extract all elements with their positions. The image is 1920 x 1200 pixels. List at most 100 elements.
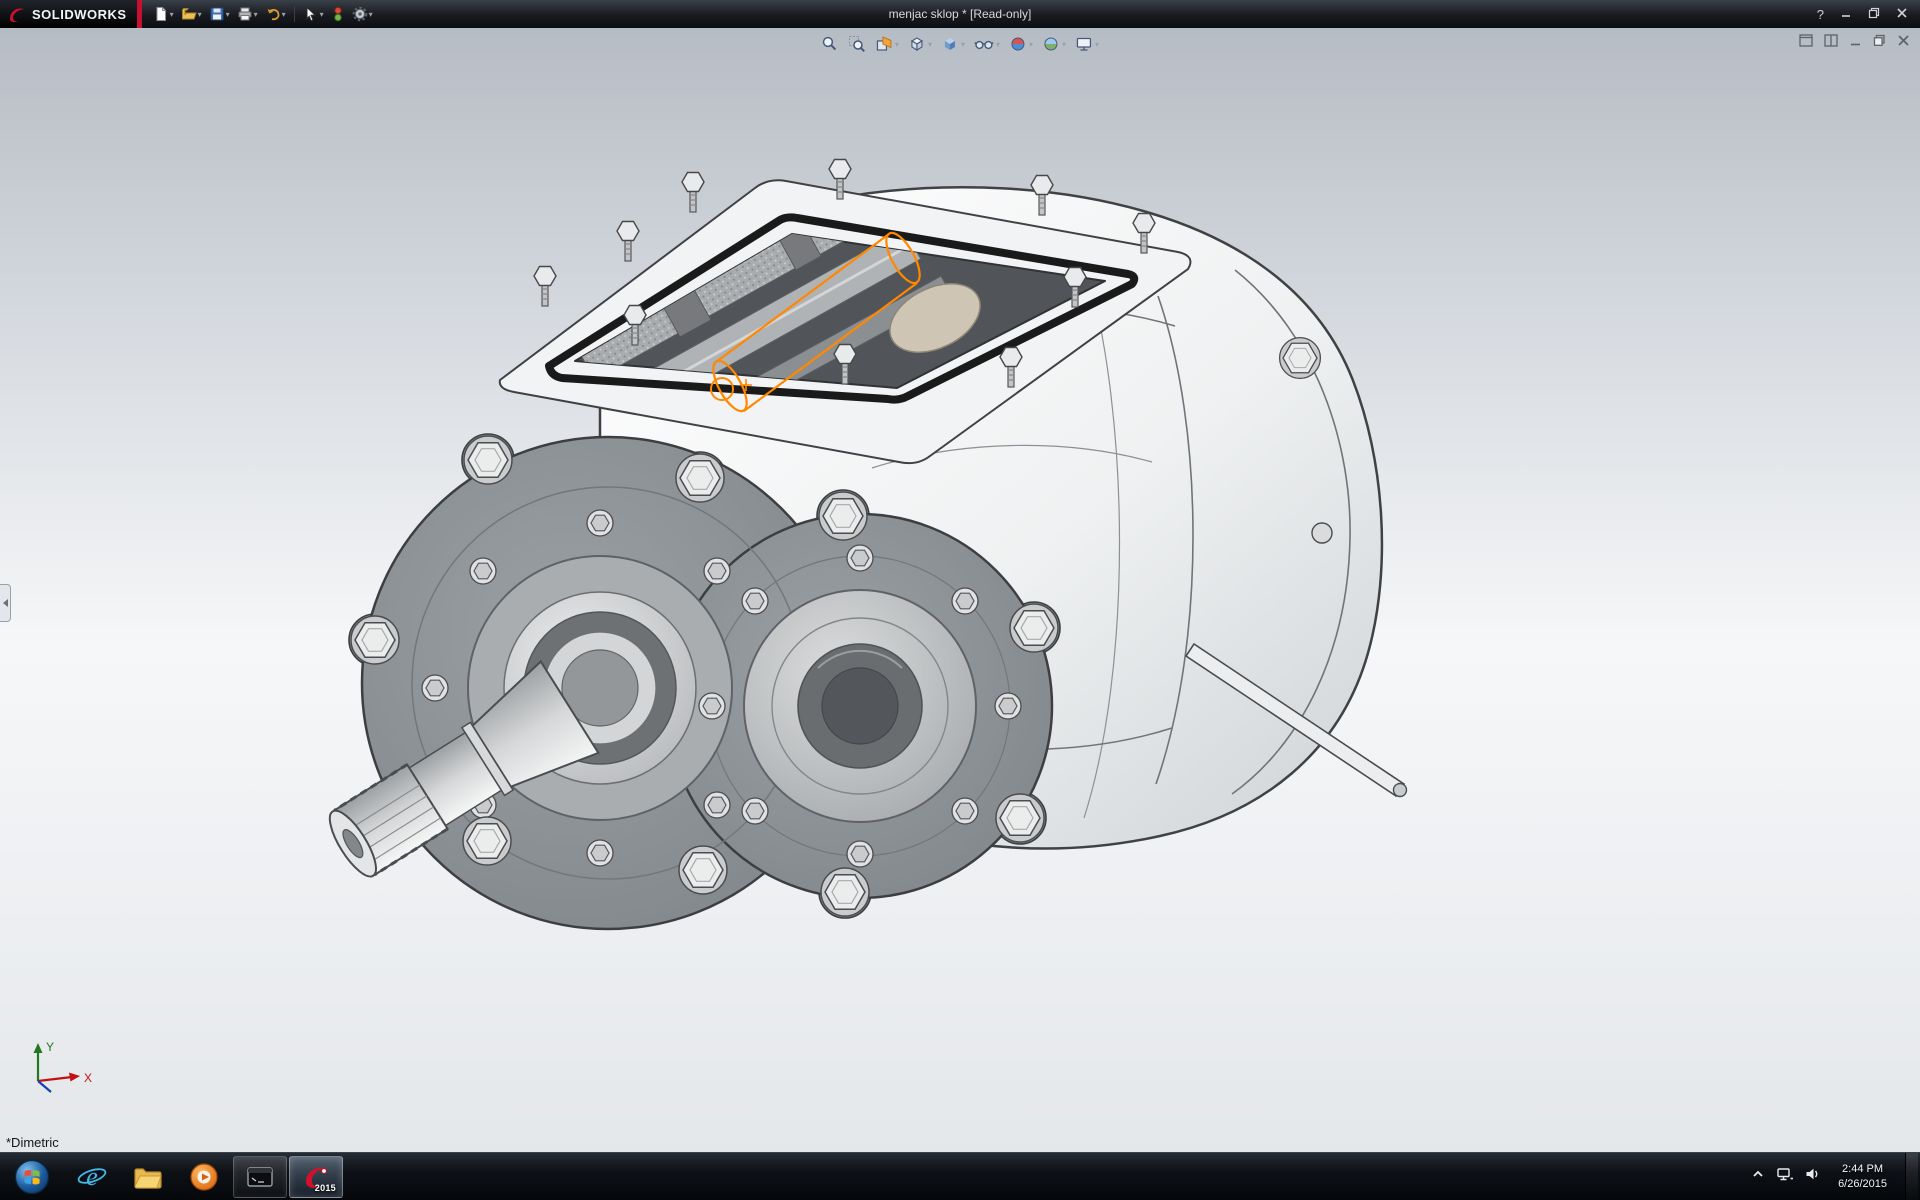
display-style-button[interactable]: ▾ — [939, 33, 967, 55]
housing-boss[interactable] — [1312, 523, 1332, 543]
dropdown-arrow[interactable]: ▾ — [895, 40, 899, 49]
app-logo: SOLIDWORKS — [0, 0, 137, 28]
bearing-hub[interactable] — [422, 510, 778, 866]
dropdown-arrow[interactable]: ▾ — [1029, 40, 1033, 49]
show-desktop-button[interactable] — [1905, 1153, 1918, 1200]
solidworks-version-badge: 2015 — [315, 1183, 336, 1193]
taskbar-solidworks[interactable]: 2015 — [289, 1156, 343, 1198]
doc-restore-button[interactable] — [1873, 34, 1886, 52]
dropdown-arrow[interactable]: ▾ — [928, 40, 932, 49]
close-button[interactable] — [1896, 7, 1908, 22]
doc-close-button[interactable] — [1897, 34, 1910, 52]
svg-text:e: e — [86, 1162, 98, 1191]
gearbox-assembly-model[interactable] — [0, 28, 1920, 1152]
apply-scene-icon — [1042, 35, 1060, 53]
edit-appearance-button[interactable]: ▾ — [1007, 33, 1035, 55]
rebuild-icon — [331, 6, 345, 22]
view-settings-button[interactable]: ▾ — [1073, 33, 1101, 55]
zoom-to-area-button[interactable] — [846, 33, 868, 55]
zoom-to-fit-button[interactable] — [819, 33, 841, 55]
window-controls: ? — [1817, 7, 1920, 22]
clock-time: 2:44 PM — [1838, 1162, 1887, 1177]
edit-appearance-ball-icon — [1009, 35, 1027, 53]
side-bearing-cover[interactable] — [699, 545, 1021, 867]
taskbar-app-window[interactable] — [233, 1156, 287, 1198]
dropdown-arrow[interactable]: ▾ — [320, 10, 324, 19]
zoom-to-area-icon — [848, 35, 866, 53]
options-gear-icon — [352, 6, 368, 22]
folder-icon — [132, 1161, 164, 1193]
start-button[interactable] — [1, 1156, 63, 1198]
print-button[interactable]: ▾ — [234, 2, 261, 26]
reference-triad: Y X — [20, 1037, 104, 1104]
model-canvas[interactable] — [0, 28, 1920, 1152]
restore-button[interactable] — [1868, 7, 1880, 22]
new-document-icon — [153, 6, 169, 22]
dropdown-arrow[interactable]: ▾ — [282, 10, 286, 19]
save-floppy-icon — [209, 6, 225, 22]
view-orientation-cube-icon — [908, 35, 926, 53]
new-window-icon[interactable] — [1799, 34, 1813, 52]
taskbar-clock[interactable]: 2:44 PM 6/26/2015 — [1830, 1162, 1895, 1192]
options-button[interactable]: ▾ — [349, 2, 376, 26]
taskbar-internet-explorer[interactable]: e — [65, 1156, 119, 1198]
y-axis-arrow — [34, 1043, 43, 1053]
save-button[interactable]: ▾ — [206, 2, 233, 26]
chevron-left-icon — [3, 599, 8, 607]
solidworks-window: SOLIDWORKS ▾ ▾ — [0, 0, 1920, 1200]
tray-expand-icon[interactable] — [1750, 1166, 1766, 1187]
view-orientation-button[interactable]: ▾ — [906, 33, 934, 55]
windows-start-orb-icon — [13, 1158, 51, 1196]
open-button[interactable]: ▾ — [178, 2, 205, 26]
dropdown-arrow[interactable]: ▾ — [1062, 40, 1066, 49]
clock-date: 6/26/2015 — [1838, 1177, 1887, 1192]
doc-minimize-button[interactable] — [1849, 34, 1862, 52]
split-pane-icon[interactable] — [1824, 34, 1838, 52]
undo-button[interactable]: ▾ — [262, 2, 289, 26]
z-axis-arrow — [38, 1081, 51, 1092]
window-title: menjac sklop * [Read-only] — [889, 7, 1032, 21]
select-button[interactable]: ▾ — [300, 2, 327, 26]
print-icon — [237, 6, 253, 22]
select-cursor-icon — [303, 6, 319, 22]
hide-show-items-button[interactable]: ▾ — [972, 33, 1002, 55]
featuremanager-collapsed-tab[interactable] — [0, 584, 11, 622]
taskbar-media-player[interactable] — [177, 1156, 231, 1198]
rebuild-button[interactable] — [328, 2, 348, 26]
document-window-controls — [1799, 34, 1910, 52]
y-axis-label: Y — [46, 1040, 54, 1054]
app-logo-text: SOLIDWORKS — [32, 7, 127, 22]
dropdown-arrow[interactable]: ▾ — [254, 10, 258, 19]
drain-plug[interactable] — [1280, 338, 1321, 379]
network-icon[interactable] — [1776, 1166, 1794, 1187]
section-view-icon — [875, 35, 893, 53]
media-player-icon — [188, 1161, 220, 1193]
system-tray: 2:44 PM 6/26/2015 — [1750, 1153, 1920, 1200]
volume-icon[interactable] — [1804, 1166, 1820, 1187]
hide-show-glasses-icon — [974, 35, 994, 53]
dropdown-arrow[interactable]: ▾ — [369, 10, 373, 19]
undo-arrow-icon — [265, 6, 281, 22]
dropdown-arrow[interactable]: ▾ — [996, 40, 1000, 49]
toolbar-separator — [294, 6, 295, 22]
zoom-to-fit-icon — [821, 35, 839, 53]
graphics-area[interactable]: ▾ ▾ ▾ — [0, 28, 1920, 1152]
section-view-button[interactable]: ▾ — [873, 33, 901, 55]
dropdown-arrow[interactable]: ▾ — [170, 10, 174, 19]
view-orientation-label: *Dimetric — [6, 1135, 59, 1150]
x-axis-arrow — [69, 1073, 80, 1082]
dropdown-arrow[interactable]: ▾ — [226, 10, 230, 19]
app-window-icon — [245, 1162, 275, 1192]
internet-explorer-icon: e — [76, 1161, 108, 1193]
dropdown-arrow[interactable]: ▾ — [1095, 40, 1099, 49]
apply-scene-button[interactable]: ▾ — [1040, 33, 1068, 55]
taskbar-windows-explorer[interactable] — [121, 1156, 175, 1198]
new-button[interactable]: ▾ — [150, 2, 177, 26]
solidworks-logo-icon — [8, 5, 26, 23]
x-axis-label: X — [84, 1071, 92, 1085]
dropdown-arrow[interactable]: ▾ — [961, 40, 965, 49]
heads-up-toolbar: ▾ ▾ ▾ — [819, 33, 1101, 55]
minimize-button[interactable] — [1840, 7, 1852, 22]
help-button[interactable]: ? — [1817, 7, 1824, 22]
dropdown-arrow[interactable]: ▾ — [198, 10, 202, 19]
